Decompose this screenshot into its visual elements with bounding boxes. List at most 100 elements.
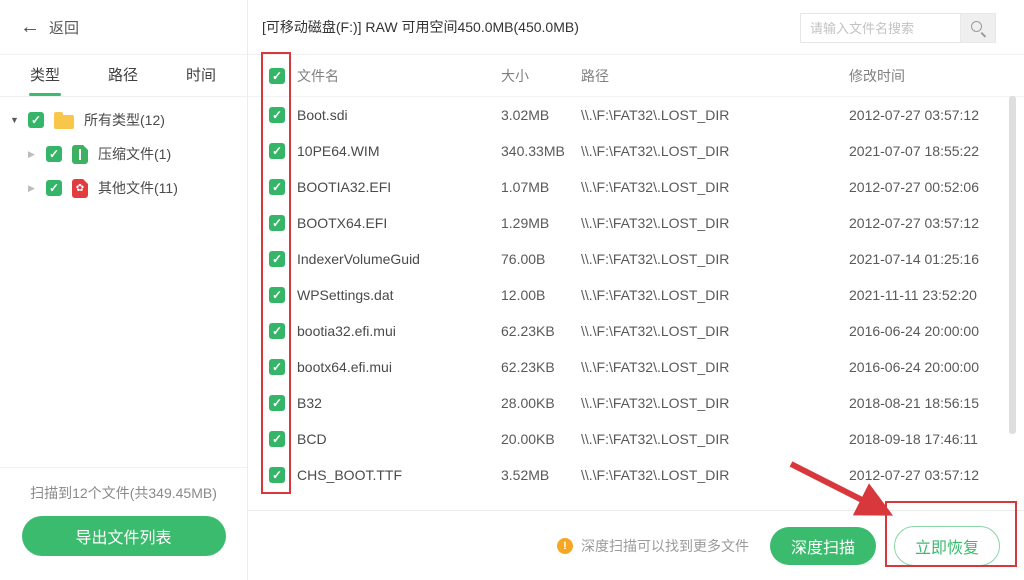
file-path: \\.\F:\FAT32\.LOST_DIR xyxy=(581,251,849,267)
sidebar-tabs: 类型 路径 时间 xyxy=(0,55,247,97)
table-row[interactable]: 10PE64.WIM 340.33MB \\.\F:\FAT32\.LOST_D… xyxy=(248,133,1024,169)
file-size: 3.02MB xyxy=(501,107,581,123)
file-path: \\.\F:\FAT32\.LOST_DIR xyxy=(581,395,849,411)
sidebar-footer: 扫描到12个文件(共349.45MB) 导出文件列表 xyxy=(0,467,247,580)
file-modified: 2012-07-27 03:57:12 xyxy=(849,467,1024,483)
file-name: WPSettings.dat xyxy=(297,287,501,303)
file-path: \\.\F:\FAT32\.LOST_DIR xyxy=(581,431,849,447)
file-size: 1.07MB xyxy=(501,179,581,195)
file-modified: 2021-11-11 23:52:20 xyxy=(849,287,1024,303)
column-header-size: 大小 xyxy=(501,66,581,86)
search-button[interactable] xyxy=(960,13,996,43)
export-file-list-button[interactable]: 导出文件列表 xyxy=(22,516,226,556)
tree-checkbox[interactable] xyxy=(46,146,62,162)
tree-expand-icon[interactable] xyxy=(10,115,24,125)
table-row[interactable]: IndexerVolumeGuid 76.00B \\.\F:\FAT32\.L… xyxy=(248,241,1024,277)
file-path: \\.\F:\FAT32\.LOST_DIR xyxy=(581,215,849,231)
file-name: CHS_BOOT.TTF xyxy=(297,467,501,483)
file-modified: 2018-08-21 18:56:15 xyxy=(849,395,1024,411)
file-size: 3.52MB xyxy=(501,467,581,483)
table-scrollbar[interactable] xyxy=(1009,96,1016,434)
sidebar-tab[interactable]: 类型 xyxy=(6,55,84,96)
file-name: bootia32.efi.mui xyxy=(297,323,501,339)
row-checkbox[interactable] xyxy=(269,287,285,303)
table-row[interactable]: CHS_BOOT.TTF 3.52MB \\.\F:\FAT32\.LOST_D… xyxy=(248,457,1024,493)
tree-item[interactable]: 所有类型(12) xyxy=(0,103,247,137)
row-checkbox[interactable] xyxy=(269,143,285,159)
file-name: 10PE64.WIM xyxy=(297,143,501,159)
table-row[interactable]: B32 28.00KB \\.\F:\FAT32\.LOST_DIR 2018-… xyxy=(248,385,1024,421)
deep-scan-notice: ! 深度扫描可以找到更多文件 xyxy=(557,536,749,556)
row-checkbox[interactable] xyxy=(269,359,285,375)
file-type-tree: 所有类型(12) 压缩文件(1) 其他文件(11) xyxy=(0,97,247,205)
file-table: Boot.sdi 3.02MB \\.\F:\FAT32\.LOST_DIR 2… xyxy=(248,97,1024,493)
tree-expand-icon[interactable] xyxy=(28,149,42,160)
search-input[interactable] xyxy=(800,13,960,43)
search-icon xyxy=(970,20,987,37)
search-bar xyxy=(800,13,996,43)
scan-summary: 扫描到12个文件(共349.45MB) xyxy=(0,483,247,503)
tree-checkbox[interactable] xyxy=(28,112,44,128)
deep-scan-notice-text: 深度扫描可以找到更多文件 xyxy=(581,536,749,556)
file-name: BOOTX64.EFI xyxy=(297,215,501,231)
row-checkbox[interactable] xyxy=(269,179,285,195)
recover-now-button[interactable]: 立即恢复 xyxy=(894,526,1000,566)
tree-item[interactable]: 其他文件(11) xyxy=(0,171,247,205)
bottom-action-bar: ! 深度扫描可以找到更多文件 深度扫描 立即恢复 xyxy=(248,510,1024,580)
table-row[interactable]: bootia32.efi.mui 62.23KB \\.\F:\FAT32\.L… xyxy=(248,313,1024,349)
table-row[interactable]: BCD 20.00KB \\.\F:\FAT32\.LOST_DIR 2018-… xyxy=(248,421,1024,457)
sidebar: 返回 类型 路径 时间 所有类型(12) 压缩文件(1) xyxy=(0,0,248,580)
file-modified: 2016-06-24 20:00:00 xyxy=(849,359,1024,375)
row-checkbox[interactable] xyxy=(269,215,285,231)
file-size: 340.33MB xyxy=(501,143,581,159)
file-modified: 2021-07-07 18:55:22 xyxy=(849,143,1024,159)
sidebar-tab[interactable]: 路径 xyxy=(84,55,162,96)
file-path: \\.\F:\FAT32\.LOST_DIR xyxy=(581,143,849,159)
row-checkbox[interactable] xyxy=(269,251,285,267)
deep-scan-button[interactable]: 深度扫描 xyxy=(770,527,876,565)
file-size: 12.00B xyxy=(501,287,581,303)
tree-expand-icon[interactable] xyxy=(28,183,42,194)
file-name: Boot.sdi xyxy=(297,107,501,123)
select-all-checkbox[interactable] xyxy=(269,68,285,84)
back-button[interactable]: 返回 xyxy=(0,0,247,55)
table-row[interactable]: BOOTX64.EFI 1.29MB \\.\F:\FAT32\.LOST_DI… xyxy=(248,205,1024,241)
table-row[interactable]: BOOTIA32.EFI 1.07MB \\.\F:\FAT32\.LOST_D… xyxy=(248,169,1024,205)
tree-item-label: 其他文件(11) xyxy=(98,178,178,198)
row-checkbox[interactable] xyxy=(269,107,285,123)
column-header-modified: 修改时间 xyxy=(849,66,1024,86)
main-panel: [可移动磁盘(F:)] RAW 可用空间450.0MB(450.0MB) 文件名… xyxy=(248,0,1024,580)
file-name: IndexerVolumeGuid xyxy=(297,251,501,267)
file-path: \\.\F:\FAT32\.LOST_DIR xyxy=(581,359,849,375)
file-path: \\.\F:\FAT32\.LOST_DIR xyxy=(581,287,849,303)
row-checkbox[interactable] xyxy=(269,431,285,447)
tree-item-label: 所有类型(12) xyxy=(84,110,165,130)
tree-item-label: 压缩文件(1) xyxy=(98,144,171,164)
row-checkbox[interactable] xyxy=(269,395,285,411)
row-checkbox[interactable] xyxy=(269,323,285,339)
tree-checkbox[interactable] xyxy=(46,180,62,196)
column-header-path: 路径 xyxy=(581,66,849,86)
row-checkbox[interactable] xyxy=(269,467,285,483)
back-label: 返回 xyxy=(49,17,79,38)
table-row[interactable]: Boot.sdi 3.02MB \\.\F:\FAT32\.LOST_DIR 2… xyxy=(248,97,1024,133)
warning-icon: ! xyxy=(557,538,573,554)
file-modified: 2012-07-27 00:52:06 xyxy=(849,179,1024,195)
file-path: \\.\F:\FAT32\.LOST_DIR xyxy=(581,107,849,123)
file-modified: 2018-09-18 17:46:11 xyxy=(849,431,1024,447)
file-name: bootx64.efi.mui xyxy=(297,359,501,375)
other-file-icon xyxy=(72,179,88,198)
table-row[interactable]: WPSettings.dat 12.00B \\.\F:\FAT32\.LOST… xyxy=(248,277,1024,313)
table-header: 文件名 大小 路径 修改时间 xyxy=(248,55,1024,97)
file-name: BOOTIA32.EFI xyxy=(297,179,501,195)
file-size: 1.29MB xyxy=(501,215,581,231)
sidebar-tab[interactable]: 时间 xyxy=(162,55,240,96)
file-path: \\.\F:\FAT32\.LOST_DIR xyxy=(581,179,849,195)
file-size: 62.23KB xyxy=(501,323,581,339)
table-row[interactable]: bootx64.efi.mui 62.23KB \\.\F:\FAT32\.LO… xyxy=(248,349,1024,385)
folder-icon xyxy=(54,115,74,129)
file-size: 28.00KB xyxy=(501,395,581,411)
file-modified: 2021-07-14 01:25:16 xyxy=(849,251,1024,267)
file-modified: 2012-07-27 03:57:12 xyxy=(849,215,1024,231)
tree-item[interactable]: 压缩文件(1) xyxy=(0,137,247,171)
